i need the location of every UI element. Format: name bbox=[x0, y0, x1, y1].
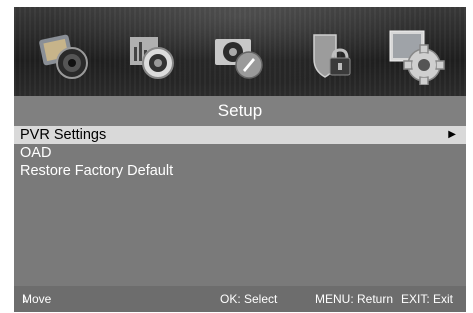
channel-icon[interactable] bbox=[209, 25, 269, 85]
exit-hint: EXIT: Exit bbox=[401, 292, 454, 306]
menu-item-oad[interactable]: OAD bbox=[14, 144, 466, 162]
menu-item-label: OAD bbox=[20, 145, 52, 161]
category-icon-bar bbox=[14, 7, 466, 96]
menu-item-restore-factory-default[interactable]: Restore Factory Default bbox=[14, 162, 466, 180]
picture-icon[interactable] bbox=[35, 25, 95, 85]
return-hint: MENU: Return bbox=[315, 292, 394, 306]
settings-menu: PVR Settings ▶ OAD Restore Factory Defau… bbox=[14, 126, 466, 286]
select-hint: OK: Select bbox=[220, 292, 278, 306]
page-title: Setup bbox=[14, 96, 466, 126]
menu-item-label: PVR Settings bbox=[20, 127, 107, 143]
menu-item-pvr-settings[interactable]: PVR Settings ▶ bbox=[14, 126, 466, 144]
key-hint-bar: ↕ Move OK: Select MENU: Return EXIT: Exi… bbox=[14, 286, 466, 312]
tv-osd-screen: Setup PVR Settings ▶ OAD Restore Factory… bbox=[14, 7, 466, 312]
setup-gear-icon[interactable] bbox=[386, 25, 446, 85]
sound-icon[interactable] bbox=[122, 25, 182, 85]
menu-item-label: Restore Factory Default bbox=[20, 163, 174, 179]
submenu-arrow-icon: ▶ bbox=[448, 129, 456, 140]
lock-icon[interactable] bbox=[302, 25, 362, 85]
